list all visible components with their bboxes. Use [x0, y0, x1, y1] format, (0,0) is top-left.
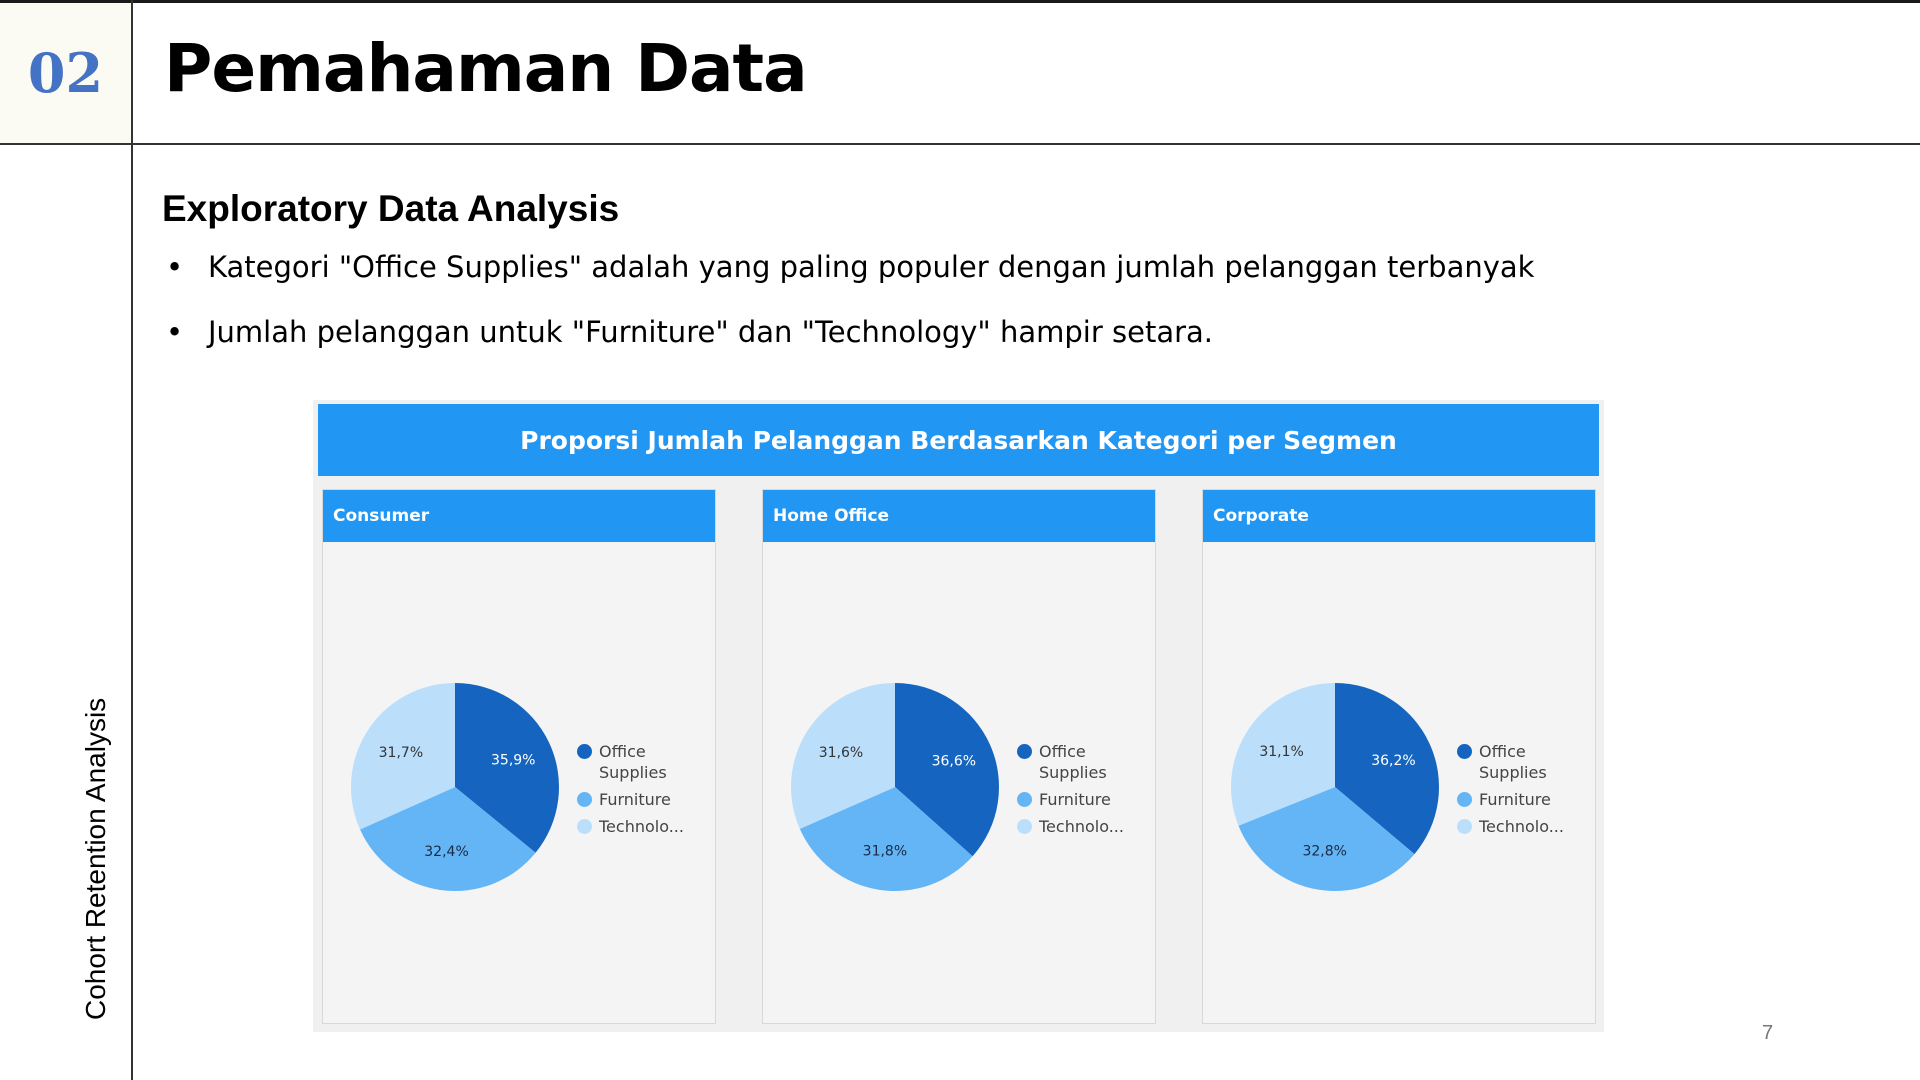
legend-swatch: [1457, 819, 1472, 834]
side-label: Cohort Retention Analysis: [80, 697, 111, 1020]
legend-item: Office Supplies: [577, 741, 709, 783]
legend-swatch: [1457, 792, 1472, 807]
slice-label: 31,8%: [863, 844, 907, 860]
slide-number-box: 02: [0, 3, 131, 143]
slice-label: 35,9%: [491, 752, 535, 768]
legend-swatch: [1017, 792, 1032, 807]
legend-label: Technolo...: [599, 817, 684, 836]
sidebar-divider: [131, 0, 133, 1080]
legend-item: Technolo...: [1017, 816, 1149, 837]
legend-label: Furniture: [1039, 790, 1111, 809]
legend-item: Office Supplies: [1017, 741, 1149, 783]
legend: Office Supplies Furniture Technolo...: [577, 741, 709, 843]
slice-label: 32,8%: [1302, 844, 1346, 860]
panel-title: Consumer: [323, 490, 715, 542]
page-title: Pemahaman Data: [164, 30, 808, 107]
legend-swatch: [577, 792, 592, 807]
legend-swatch: [577, 744, 592, 759]
legend-item: Furniture: [577, 789, 709, 810]
legend: Office Supplies Furniture Technolo...: [1017, 741, 1149, 843]
panel-corporate: Corporate 36,2% 32,8% 31,1% Office Supplie…: [1202, 489, 1596, 1024]
pie-chart-consumer: 35,9% 32,4% 31,7%: [351, 683, 559, 891]
legend-swatch: [1017, 819, 1032, 834]
slice-label: 36,6%: [932, 754, 976, 770]
legend-label: Technolo...: [1039, 817, 1124, 836]
panel-consumer: Consumer 35,9% 32,4% 31,7% Office Supplies…: [322, 489, 716, 1024]
slice-label: 31,6%: [819, 745, 863, 761]
legend-item: Furniture: [1457, 789, 1589, 810]
panel-title: Corporate: [1203, 490, 1595, 542]
legend-label: Office Supplies: [1479, 742, 1547, 782]
bullet-item: Kategori "Office Supplies" adalah yang p…: [164, 247, 1534, 287]
slice-label: 36,2%: [1371, 753, 1415, 769]
dashboard: Proporsi Jumlah Pelanggan Berdasarkan Ka…: [313, 400, 1604, 1032]
bullet-list: Kategori "Office Supplies" adalah yang p…: [164, 247, 1534, 377]
header-divider: [0, 143, 1920, 145]
pie-chart-corporate: 36,2% 32,8% 31,1%: [1231, 683, 1439, 891]
top-rule: [0, 0, 1920, 3]
legend-label: Furniture: [599, 790, 671, 809]
slice-label: 31,1%: [1259, 744, 1303, 760]
legend-item: Technolo...: [577, 816, 709, 837]
panel-home-office: Home Office 36,6% 31,8% 31,6% Office Suppl…: [762, 489, 1156, 1024]
pie-chart-home-office: 36,6% 31,8% 31,6%: [791, 683, 999, 891]
section-heading: Exploratory Data Analysis: [162, 188, 620, 229]
legend-swatch: [1457, 744, 1472, 759]
slide-section-number: 02: [27, 41, 104, 105]
legend-label: Technolo...: [1479, 817, 1564, 836]
page-number: 7: [1762, 1022, 1774, 1044]
legend-swatch: [577, 819, 592, 834]
bullet-item: Jumlah pelanggan untuk "Furniture" dan "…: [164, 312, 1534, 352]
legend-label: Office Supplies: [1039, 742, 1107, 782]
slice-label: 31,7%: [379, 745, 423, 761]
legend-swatch: [1017, 744, 1032, 759]
legend-label: Furniture: [1479, 790, 1551, 809]
panel-title: Home Office: [763, 490, 1155, 542]
legend-label: Office Supplies: [599, 742, 667, 782]
legend-item: Technolo...: [1457, 816, 1589, 837]
legend-item: Office Supplies: [1457, 741, 1589, 783]
legend: Office Supplies Furniture Technolo...: [1457, 741, 1589, 843]
legend-item: Furniture: [1017, 789, 1149, 810]
slice-label: 32,4%: [424, 844, 468, 860]
dashboard-title: Proporsi Jumlah Pelanggan Berdasarkan Ka…: [318, 404, 1599, 476]
